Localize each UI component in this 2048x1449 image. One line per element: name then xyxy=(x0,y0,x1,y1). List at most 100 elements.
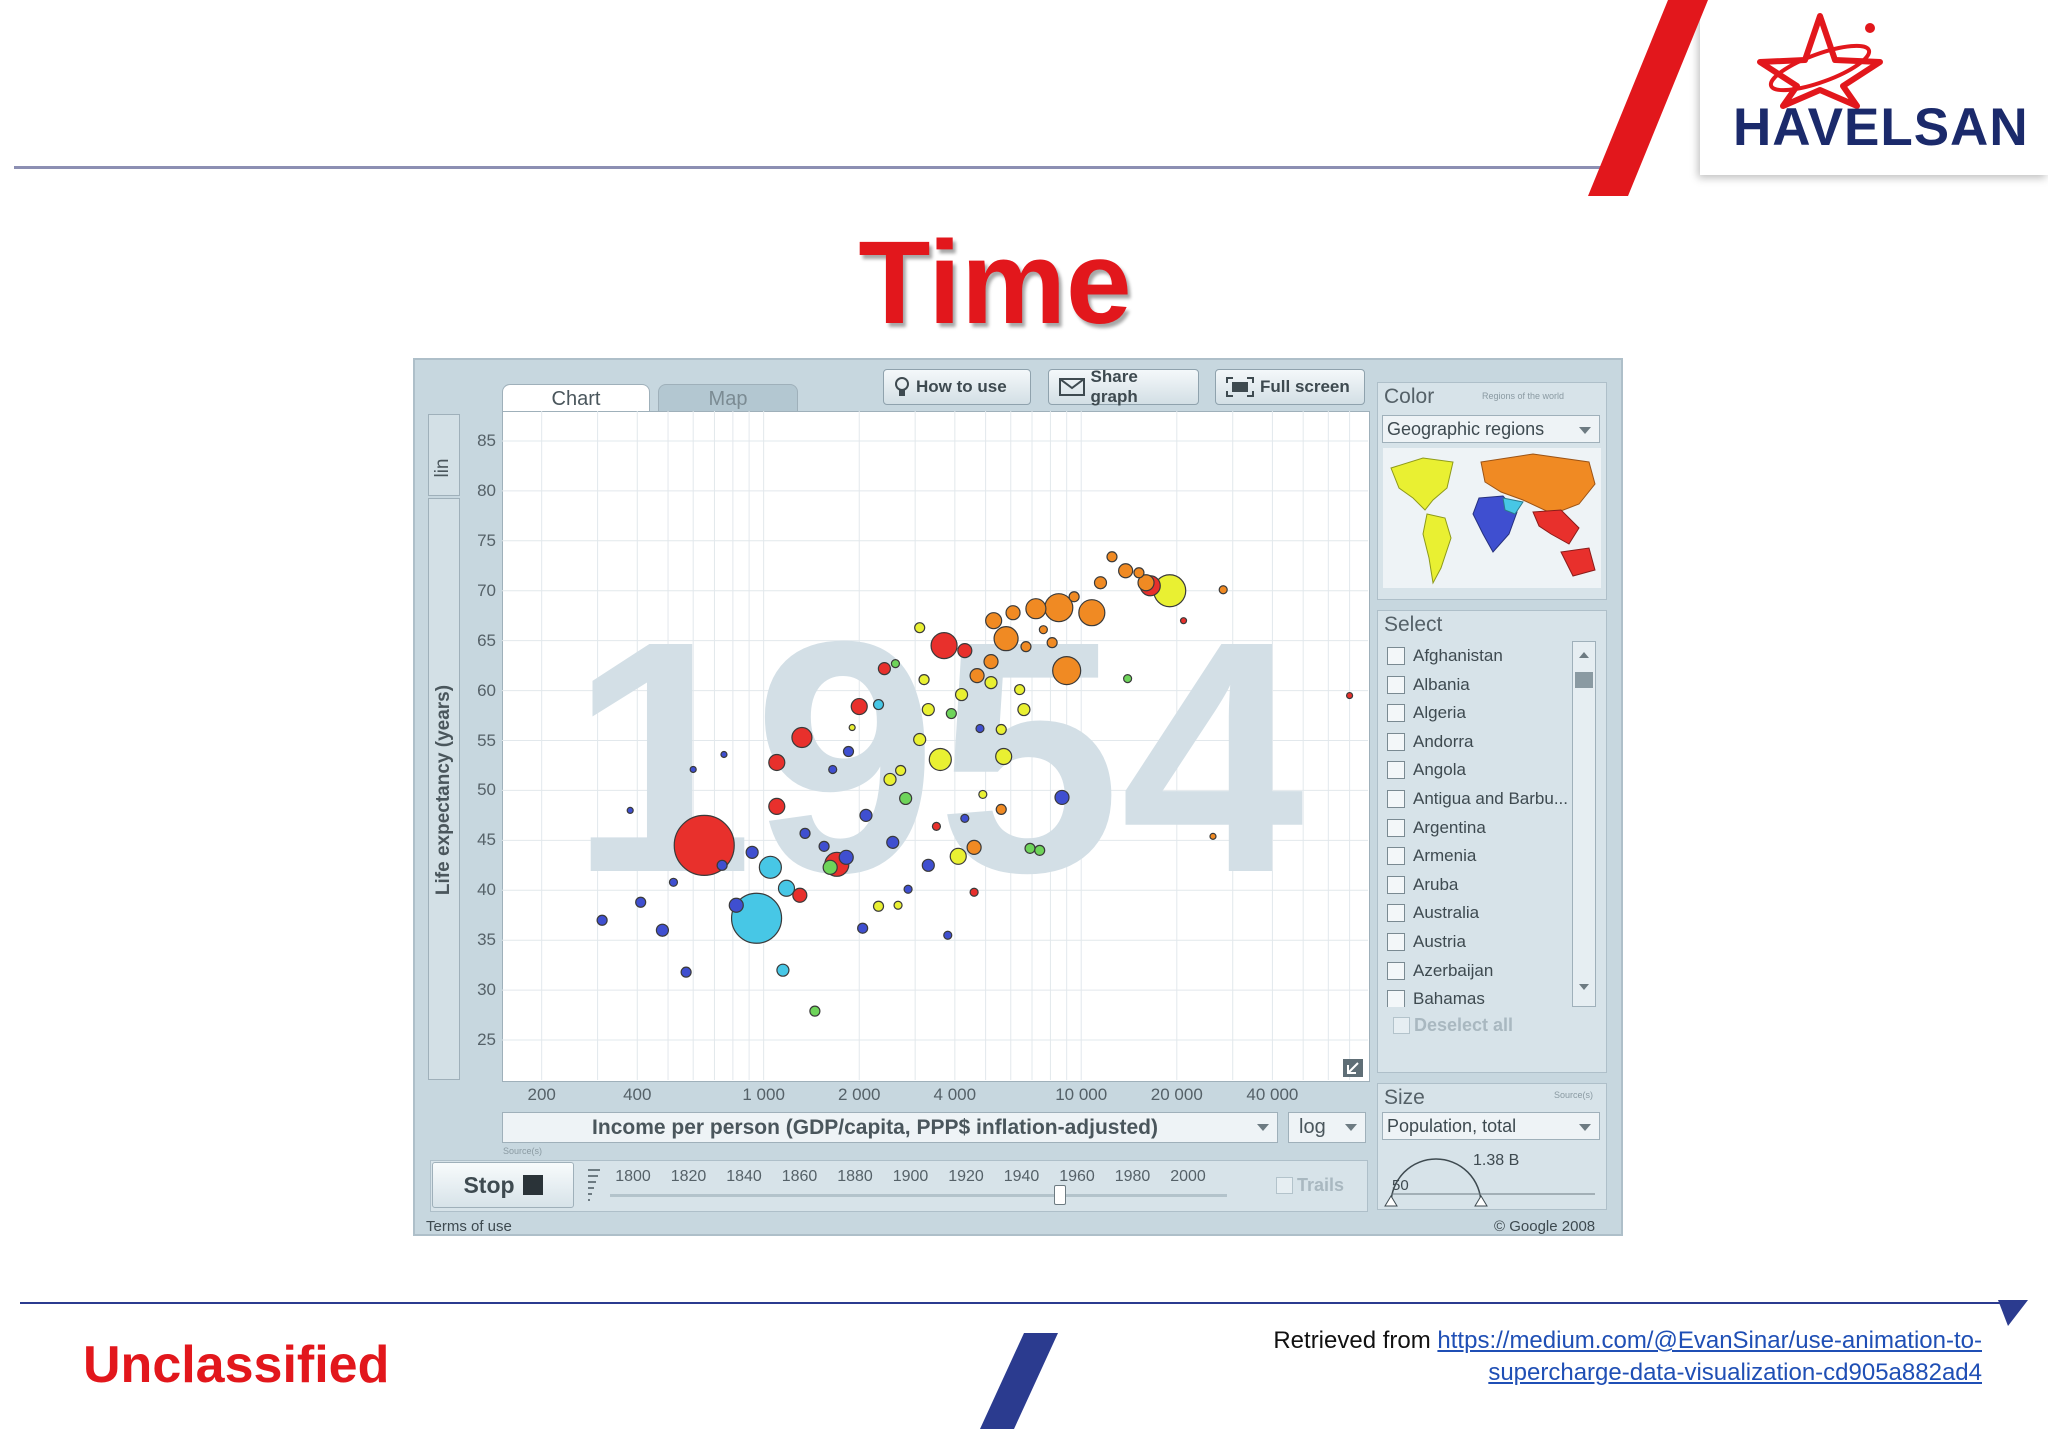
time-slider-thumb[interactable] xyxy=(1054,1185,1066,1205)
country-bubble[interactable] xyxy=(1038,625,1048,635)
country-bubble[interactable] xyxy=(966,839,982,855)
tab-chart[interactable]: Chart xyxy=(502,384,650,412)
country-bubble[interactable] xyxy=(635,896,647,908)
country-bubble[interactable] xyxy=(655,923,670,937)
citation-link-line2[interactable]: supercharge-data-visualization-cd905a882… xyxy=(1488,1359,1982,1386)
country-checkbox[interactable] xyxy=(1387,732,1405,751)
country-bubble[interactable] xyxy=(728,897,744,913)
country-bubble[interactable] xyxy=(792,887,808,903)
country-bubble[interactable] xyxy=(921,702,935,717)
country-bubble[interactable] xyxy=(914,622,926,634)
country-bubble[interactable] xyxy=(895,764,907,777)
country-bubble[interactable] xyxy=(931,821,942,831)
country-list-item[interactable]: Australia xyxy=(1387,900,1479,926)
country-bubble[interactable] xyxy=(689,765,697,774)
country-bubble[interactable] xyxy=(969,668,985,684)
time-slider-track[interactable] xyxy=(610,1194,1227,1197)
country-bubble[interactable] xyxy=(720,750,728,759)
trails-checkbox[interactable] xyxy=(1276,1177,1293,1194)
world-region-map[interactable] xyxy=(1383,448,1601,588)
country-bubble[interactable] xyxy=(668,877,679,887)
country-bubble[interactable] xyxy=(978,789,988,800)
country-bubble[interactable] xyxy=(822,859,838,875)
country-bubble[interactable] xyxy=(791,726,813,749)
country-list-item[interactable]: Bahamas xyxy=(1387,986,1485,1007)
country-bubble[interactable] xyxy=(1020,641,1032,653)
country-bubble[interactable] xyxy=(850,697,868,716)
country-bubble[interactable] xyxy=(1218,585,1228,595)
country-bubble[interactable] xyxy=(1133,567,1145,579)
size-indicator-selector[interactable]: Population, total xyxy=(1382,1112,1600,1140)
country-bubble[interactable] xyxy=(1068,591,1080,603)
country-checkbox[interactable] xyxy=(1387,875,1405,894)
country-checkbox[interactable] xyxy=(1387,675,1405,694)
country-bubble[interactable] xyxy=(768,753,786,772)
share-graph-button[interactable]: Share graph xyxy=(1048,367,1199,406)
country-checkbox[interactable] xyxy=(1387,647,1405,665)
terms-of-use-link[interactable]: Terms of use xyxy=(426,1218,512,1235)
country-bubble[interactable] xyxy=(1044,593,1074,623)
country-list-scrollbar[interactable] xyxy=(1572,641,1596,1007)
country-bubble[interactable] xyxy=(776,963,790,977)
country-list-item[interactable]: Andorra xyxy=(1387,729,1473,755)
x-scale-selector[interactable]: log xyxy=(1288,1112,1366,1143)
color-indicator-selector[interactable]: Geographic regions xyxy=(1382,415,1600,443)
country-bubble[interactable] xyxy=(716,859,728,871)
country-checkbox[interactable] xyxy=(1387,790,1405,808)
country-bubble[interactable] xyxy=(957,643,973,659)
country-bubble[interactable] xyxy=(828,764,838,775)
country-checkbox[interactable] xyxy=(1387,847,1405,866)
country-bubble[interactable] xyxy=(626,806,634,815)
country-bubble[interactable] xyxy=(1052,656,1082,686)
country-bubble[interactable] xyxy=(1034,844,1046,856)
country-checkbox[interactable] xyxy=(1387,904,1405,923)
country-bubble[interactable] xyxy=(921,858,935,872)
how-to-use-button[interactable]: How to use xyxy=(883,369,1031,405)
country-checkbox[interactable] xyxy=(1387,704,1405,723)
country-bubble[interactable] xyxy=(777,879,796,897)
country-bubble[interactable] xyxy=(809,1005,821,1017)
stop-button[interactable]: Stop xyxy=(432,1162,574,1208)
country-bubble[interactable] xyxy=(969,887,979,897)
country-bubble[interactable] xyxy=(842,745,855,758)
country-checkbox[interactable] xyxy=(1387,990,1405,1007)
country-bubble[interactable] xyxy=(913,732,927,747)
country-list-item[interactable]: Antigua and Barbu... xyxy=(1387,786,1568,812)
country-bubble[interactable] xyxy=(975,723,985,734)
citation-link-line1[interactable]: https://medium.com/@EvanSinar/use-animat… xyxy=(1437,1327,1982,1354)
country-checkbox[interactable] xyxy=(1387,761,1405,780)
country-bubble[interactable] xyxy=(1093,576,1108,590)
deselect-all-button[interactable]: Deselect all xyxy=(1393,1015,1513,1036)
country-bubble[interactable] xyxy=(838,849,854,865)
x-source-note[interactable]: Source(s) xyxy=(503,1146,542,1156)
country-bubble[interactable] xyxy=(596,914,608,926)
deselect-all-checkbox[interactable] xyxy=(1393,1017,1410,1034)
country-checkbox[interactable] xyxy=(1387,961,1405,980)
country-list-item[interactable]: Angola xyxy=(1387,757,1466,783)
country-bubble[interactable] xyxy=(893,900,903,910)
country-bubble[interactable] xyxy=(768,797,786,816)
country-bubble[interactable] xyxy=(945,707,957,720)
country-list-item[interactable]: Argentina xyxy=(1387,815,1486,841)
y-scale-toggle[interactable] xyxy=(428,414,460,496)
country-bubble[interactable] xyxy=(890,659,901,669)
country-bubble[interactable] xyxy=(903,884,913,894)
country-bubble[interactable] xyxy=(930,632,958,660)
country-bubble[interactable] xyxy=(848,723,856,732)
country-list-item[interactable]: Albania xyxy=(1387,672,1470,698)
country-bubble[interactable] xyxy=(883,772,897,787)
country-bubble[interactable] xyxy=(954,687,969,702)
country-bubble[interactable] xyxy=(758,855,782,879)
country-checkbox[interactable] xyxy=(1387,818,1405,837)
trails-toggle[interactable]: Trails xyxy=(1276,1175,1344,1196)
country-bubble[interactable] xyxy=(995,803,1007,816)
country-list-item[interactable]: Austria xyxy=(1387,929,1466,955)
country-bubble[interactable] xyxy=(799,827,811,839)
country-bubble[interactable] xyxy=(949,847,967,865)
country-bubble[interactable] xyxy=(1024,842,1036,854)
country-bubble[interactable] xyxy=(1123,674,1133,684)
country-bubble[interactable] xyxy=(1179,617,1188,625)
country-bubble[interactable] xyxy=(983,654,999,670)
country-bubble[interactable] xyxy=(1054,789,1070,806)
country-checkbox[interactable] xyxy=(1387,933,1405,951)
